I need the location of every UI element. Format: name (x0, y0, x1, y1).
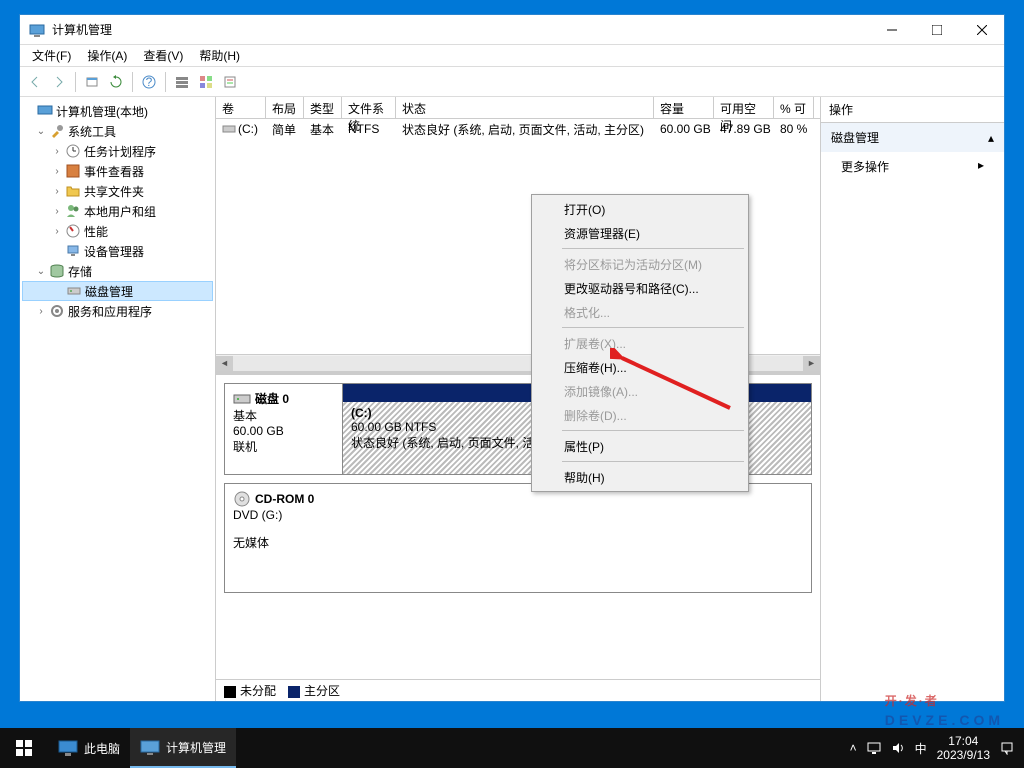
tree-services[interactable]: ›服务和应用程序 (22, 301, 213, 321)
toolbar-view1-button[interactable] (171, 71, 193, 93)
app-icon (26, 19, 48, 41)
disk-0-label[interactable]: 磁盘 0 基本 60.00 GB 联机 (225, 384, 343, 474)
menu-view[interactable]: 查看(V) (135, 45, 191, 66)
system-tray[interactable]: ˄ 中 17:042023/9/13 (840, 734, 1024, 763)
tree-storage[interactable]: ⌄存储 (22, 261, 213, 281)
folder-icon (64, 183, 82, 199)
context-delete: 删除卷(D)... (534, 403, 746, 427)
context-change-drive[interactable]: 更改驱动器号和路径(C)... (534, 276, 746, 300)
toolbar-view2-button[interactable] (195, 71, 217, 93)
toolbar: ? (20, 67, 1004, 97)
users-icon (64, 203, 82, 219)
computer-icon (36, 103, 54, 119)
actions-more[interactable]: 更多操作▸ (821, 152, 1004, 181)
context-explorer[interactable]: 资源管理器(E) (534, 221, 746, 245)
context-open[interactable]: 打开(O) (534, 197, 746, 221)
cdrom-row[interactable]: CD-ROM 0 DVD (G:) 无媒体 (224, 483, 812, 593)
volume-icon (222, 122, 236, 136)
col-fs[interactable]: 文件系统 (342, 97, 396, 118)
computer-management-window: 计算机管理 文件(F) 操作(A) 查看(V) 帮助(H) ? 计算机管理(本地… (19, 14, 1005, 702)
cdrom-label[interactable]: CD-ROM 0 DVD (G:) 无媒体 (225, 484, 811, 592)
taskbar-app[interactable]: 计算机管理 (130, 728, 236, 768)
actions-group[interactable]: 磁盘管理▴ (821, 123, 1004, 152)
tree-system-tools[interactable]: ⌄系统工具 (22, 121, 213, 141)
storage-icon (48, 263, 66, 279)
toolbar-up-button[interactable] (81, 71, 103, 93)
services-icon (48, 303, 66, 319)
col-volume[interactable]: 卷 (216, 97, 266, 118)
context-properties[interactable]: 属性(P) (534, 434, 746, 458)
col-pct[interactable]: % 可 (774, 97, 814, 118)
minimize-button[interactable] (869, 15, 914, 44)
svg-text:?: ? (146, 75, 153, 89)
context-help[interactable]: 帮助(H) (534, 465, 746, 489)
actions-header: 操作 (821, 97, 1004, 123)
tree-event-viewer[interactable]: ›事件查看器 (22, 161, 213, 181)
menubar: 文件(F) 操作(A) 查看(V) 帮助(H) (20, 45, 1004, 67)
close-button[interactable] (959, 15, 1004, 44)
clock-icon (64, 143, 82, 159)
hdd-icon (233, 392, 251, 406)
tree-local-users[interactable]: ›本地用户和组 (22, 201, 213, 221)
toolbar-forward-button[interactable] (48, 71, 70, 93)
tree-root[interactable]: 计算机管理(本地) (22, 101, 213, 121)
tray-up-icon[interactable]: ˄ (850, 741, 857, 755)
context-format: 格式化... (534, 300, 746, 324)
toolbar-back-button[interactable] (24, 71, 46, 93)
col-capacity[interactable]: 容量 (654, 97, 714, 118)
context-shrink[interactable]: 压缩卷(H)... (534, 355, 746, 379)
cdrom-icon (233, 490, 251, 508)
tree-shared-folders[interactable]: ›共享文件夹 (22, 181, 213, 201)
context-mark-active: 将分区标记为活动分区(M) (534, 252, 746, 276)
actions-pane: 操作 磁盘管理▴ 更多操作▸ (820, 97, 1004, 701)
scroll-right-button[interactable]: ► (803, 356, 820, 371)
col-type[interactable]: 类型 (304, 97, 342, 118)
toolbar-refresh-button[interactable] (105, 71, 127, 93)
col-layout[interactable]: 布局 (266, 97, 304, 118)
tree-task-scheduler[interactable]: ›任务计划程序 (22, 141, 213, 161)
window-title: 计算机管理 (52, 21, 869, 38)
tray-ime[interactable]: 中 (915, 740, 927, 757)
tray-volume-icon[interactable] (891, 741, 905, 755)
toolbar-help-button[interactable]: ? (138, 71, 160, 93)
mmc-icon (140, 738, 160, 756)
toolbar-properties-button[interactable] (219, 71, 241, 93)
event-icon (64, 163, 82, 179)
context-menu: 打开(O) 资源管理器(E) 将分区标记为活动分区(M) 更改驱动器号和路径(C… (531, 194, 749, 492)
legend-primary-swatch (288, 686, 300, 698)
menu-file[interactable]: 文件(F) (24, 45, 79, 66)
context-extend: 扩展卷(X)... (534, 331, 746, 355)
legend-unallocated-swatch (224, 686, 236, 698)
taskbar-this-pc[interactable]: 此电脑 (48, 728, 130, 768)
tree-performance[interactable]: ›性能 (22, 221, 213, 241)
volume-list-header[interactable]: 卷 布局 类型 文件系统 状态 容量 可用空间 % 可 (216, 97, 820, 119)
col-free[interactable]: 可用空间 (714, 97, 774, 118)
perf-icon (64, 223, 82, 239)
start-button[interactable] (0, 728, 48, 768)
collapse-icon[interactable]: ▴ (988, 131, 994, 145)
tray-network-icon[interactable] (867, 741, 881, 755)
maximize-button[interactable] (914, 15, 959, 44)
context-add-mirror: 添加镜像(A)... (534, 379, 746, 403)
watermark: 开·发·者 DEVZE.COM (885, 680, 1004, 728)
tools-icon (48, 123, 66, 139)
chevron-right-icon: ▸ (978, 158, 984, 175)
col-status[interactable]: 状态 (396, 97, 654, 118)
tray-notifications-icon[interactable] (1000, 741, 1014, 755)
tree-disk-management[interactable]: 磁盘管理 (22, 281, 213, 301)
tree-device-manager[interactable]: 设备管理器 (22, 241, 213, 261)
legend: 未分配 主分区 (216, 679, 820, 701)
scroll-left-button[interactable]: ◄ (216, 356, 233, 371)
menu-help[interactable]: 帮助(H) (191, 45, 248, 66)
tray-clock[interactable]: 17:042023/9/13 (937, 734, 990, 763)
disk-icon (65, 283, 83, 299)
titlebar[interactable]: 计算机管理 (20, 15, 1004, 45)
device-icon (64, 243, 82, 259)
volume-row-c[interactable]: (C:) 简单 基本 NTFS 状态良好 (系统, 启动, 页面文件, 活动, … (216, 119, 820, 139)
taskbar[interactable]: 此电脑 计算机管理 ˄ 中 17:042023/9/13 (0, 728, 1024, 768)
navigation-tree[interactable]: 计算机管理(本地) ⌄系统工具 ›任务计划程序 ›事件查看器 ›共享文件夹 ›本… (20, 97, 216, 701)
menu-action[interactable]: 操作(A) (79, 45, 135, 66)
pc-icon (58, 739, 78, 757)
